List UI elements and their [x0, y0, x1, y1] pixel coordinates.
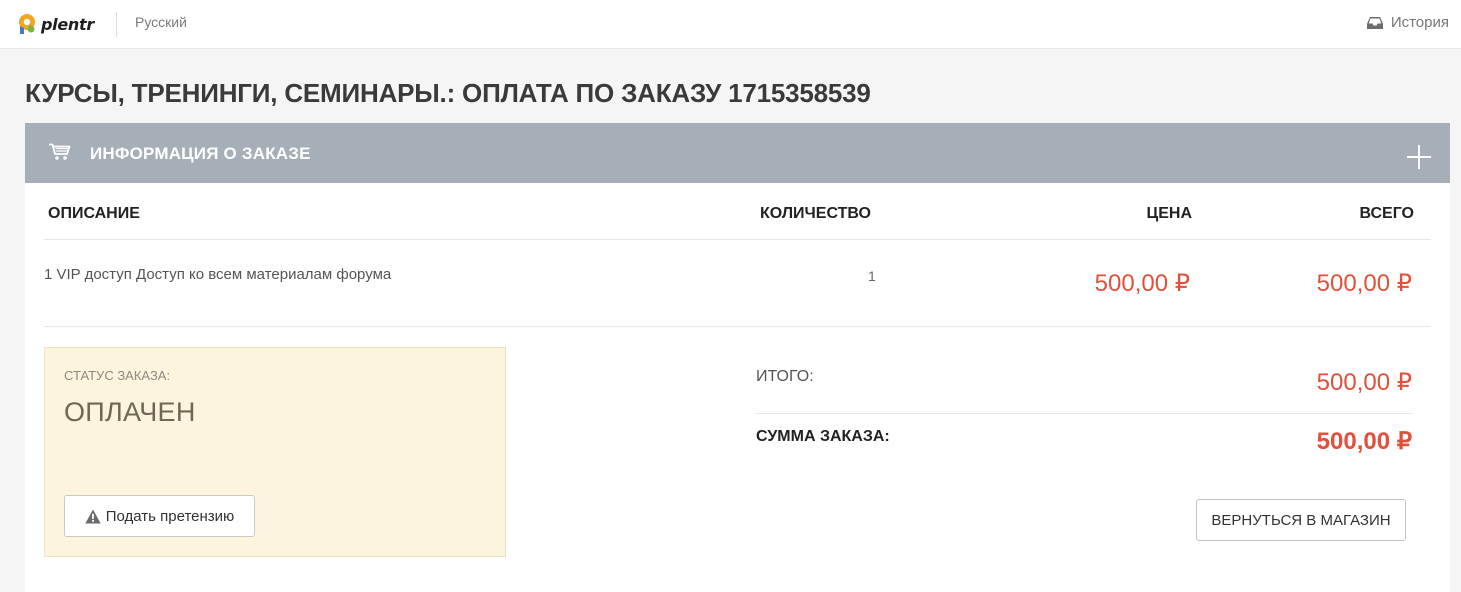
page-title: Курсы, тренинги, семинары.: Оплата по за… — [25, 78, 871, 108]
column-header-quantity: Количество — [760, 205, 871, 222]
language-selector[interactable]: Русский — [135, 14, 187, 30]
item-price: 500,00 ₽ — [1094, 270, 1190, 297]
table-header-divider — [44, 239, 1431, 240]
file-claim-label: Подать претензию — [105, 507, 235, 525]
order-status-box: Статус заказа: Оплачен Подать претензию — [44, 347, 506, 557]
item-quantity: 1 — [868, 268, 876, 284]
inbox-icon — [1366, 16, 1383, 29]
panel-header-title: Информация о заказе — [90, 144, 311, 163]
column-header-total: Всего — [1359, 205, 1414, 222]
history-label: История — [1390, 14, 1449, 31]
subtotal-value: 500,00 ₽ — [1316, 369, 1412, 396]
cart-icon — [49, 143, 71, 160]
warning-icon — [85, 509, 101, 523]
file-claim-button[interactable]: Подать претензию — [64, 495, 255, 537]
subtotal-label: Итого: — [756, 368, 814, 385]
logo-mark-icon — [19, 14, 35, 34]
column-header-description: Описание — [48, 205, 140, 222]
plus-icon[interactable] — [1407, 145, 1431, 169]
table-row-divider — [44, 326, 1431, 327]
column-header-price: Цена — [1146, 205, 1192, 222]
back-to-shop-button[interactable]: Вернуться в магазин — [1196, 499, 1406, 541]
item-description: 1 VIP доступ Доступ ко всем материалам ф… — [44, 266, 392, 283]
status-value: Оплачен — [64, 397, 196, 427]
status-label: Статус заказа: — [64, 368, 171, 383]
plentr-logo[interactable]: plentr — [18, 11, 94, 37]
order-total-value: 500,00 ₽ — [1316, 428, 1412, 455]
history-link[interactable]: История — [1366, 14, 1449, 31]
panel-header: Информация о заказе — [25, 123, 1450, 183]
item-total: 500,00 ₽ — [1316, 270, 1412, 297]
logo-text: plentr — [41, 14, 94, 34]
order-panel: Информация о заказе Описание Количество … — [25, 123, 1450, 592]
order-total-label: Сумма заказа: — [756, 428, 890, 445]
summary-divider — [756, 413, 1412, 414]
topbar-divider — [116, 12, 117, 37]
top-bar: plentr Русский История — [0, 0, 1461, 49]
